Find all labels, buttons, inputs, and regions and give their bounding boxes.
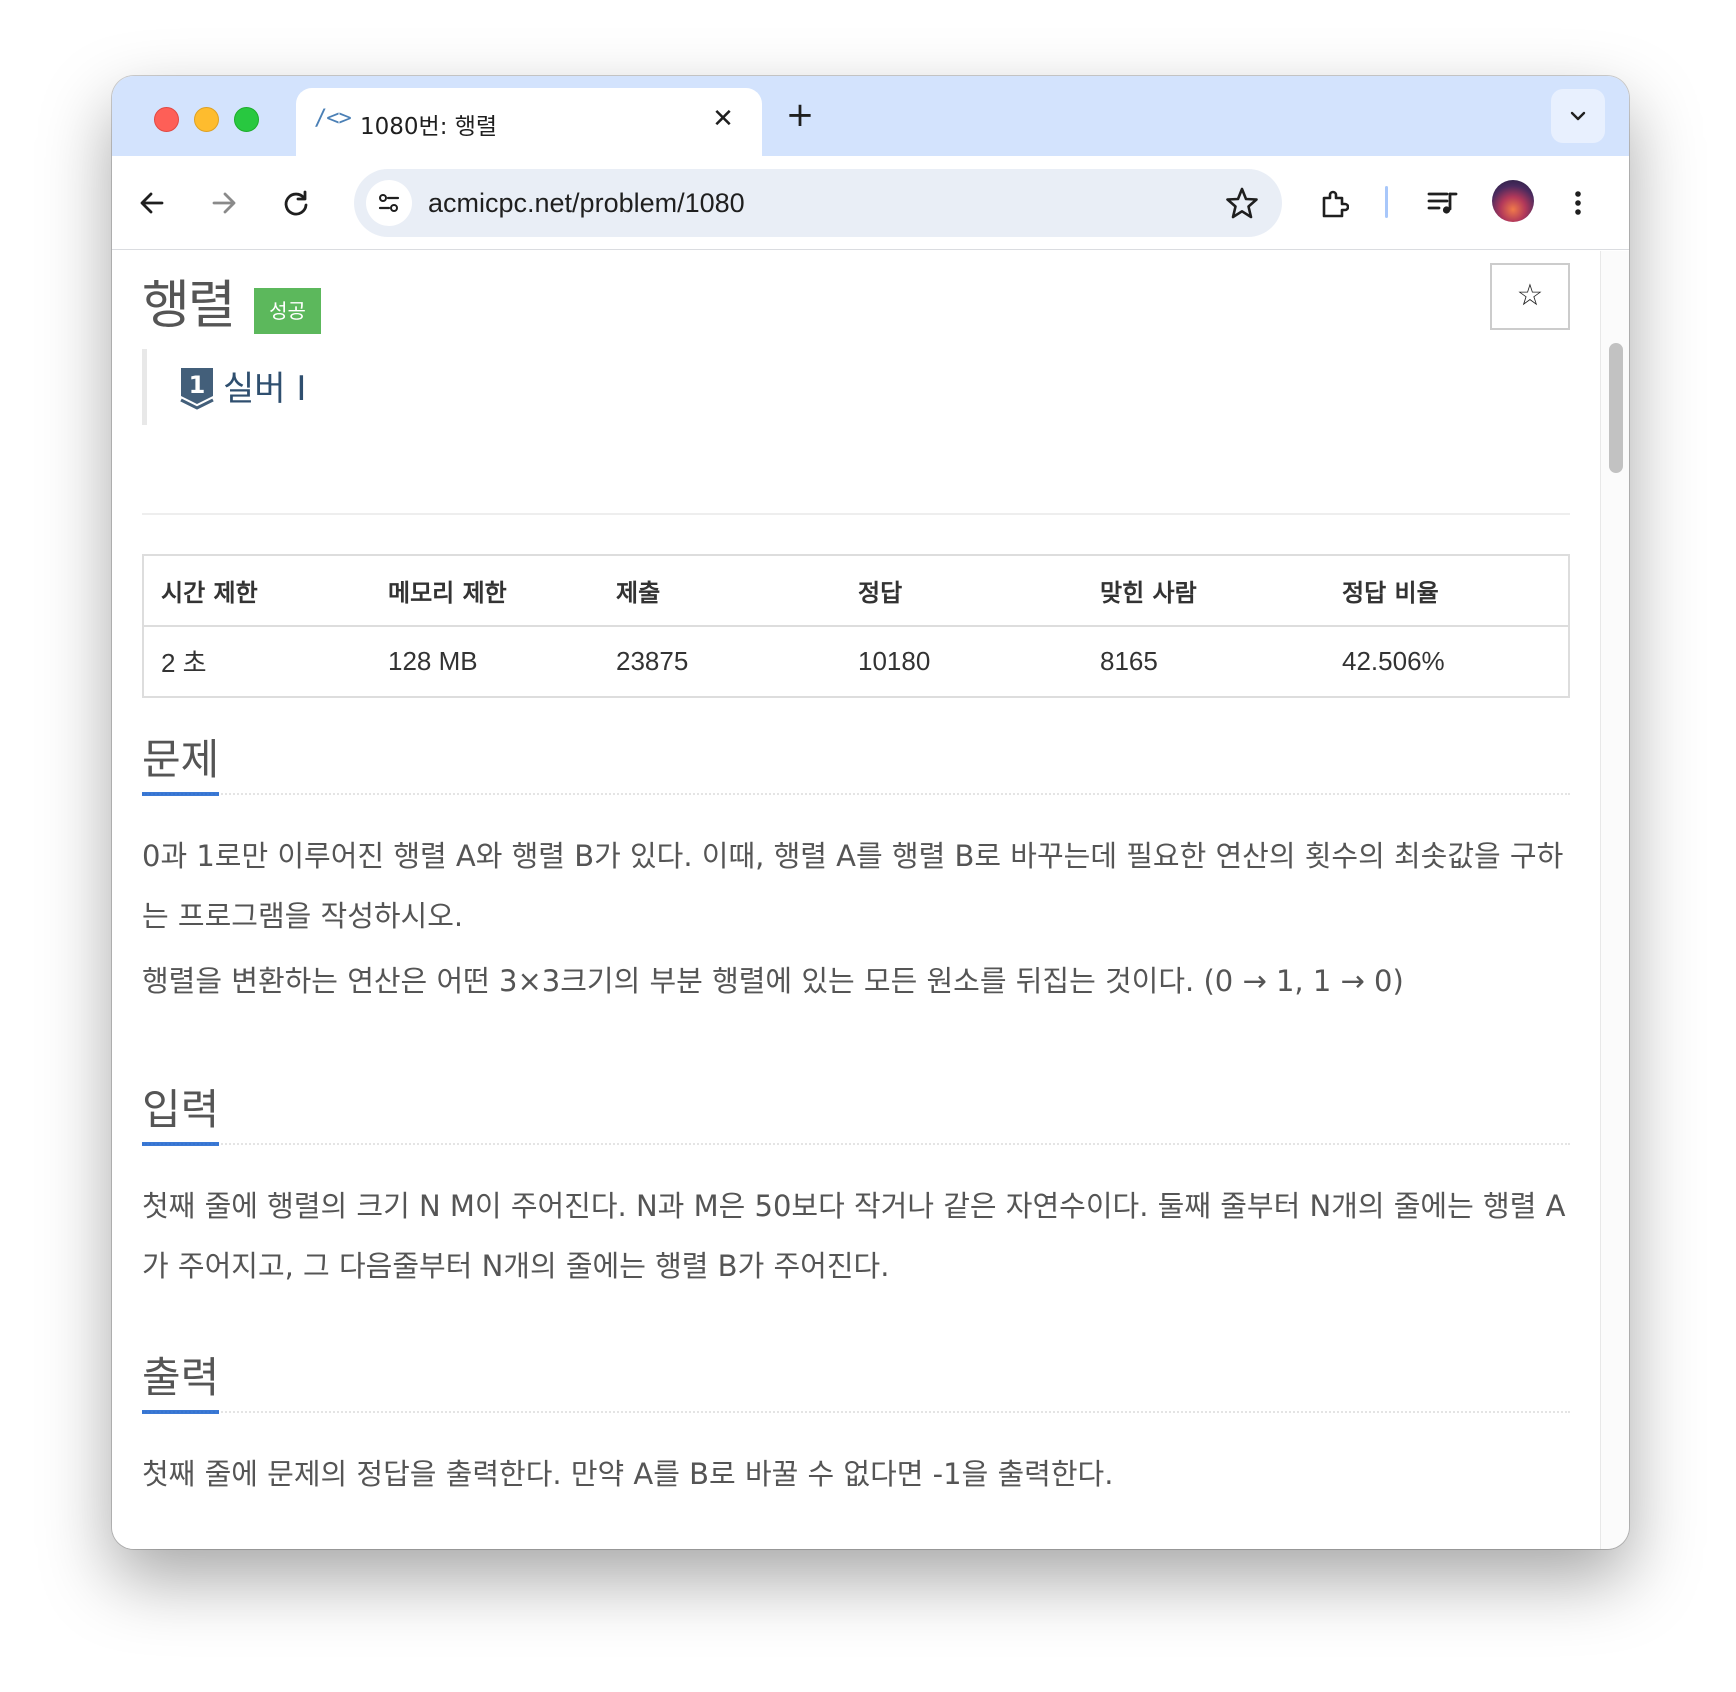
close-window-button[interactable] [154,107,179,132]
chevron-down-icon [1570,111,1586,121]
tab-strip: /<> 1080번: 행렬 ✕ + [112,76,1629,156]
bookmark-star-icon[interactable] [1224,185,1260,221]
section-underline [142,1410,1570,1415]
problem-title: 행렬 [142,276,236,336]
section-underline [142,792,1570,797]
new-tab-button[interactable]: + [780,96,820,136]
maximize-window-button[interactable] [234,107,259,132]
reload-icon [284,190,308,216]
table-row: 2 초 128 MB 23875 10180 8165 42.506% [143,626,1569,697]
header-accepted: 정답 [841,555,1083,627]
toolbar-divider [1385,186,1388,218]
page-content: 행렬 성공 ☆ 1 실버 I 시간 제한 메모리 제한 제출 정답 맞힌 사람 … [112,251,1600,1549]
url-text[interactable]: acmicpc.net/problem/1080 [428,188,745,219]
header-submissions: 제출 [599,555,841,627]
header-memory-limit: 메모리 제한 [371,555,599,627]
section-title-input: 입력 [142,1085,220,1134]
tab-active[interactable]: /<> 1080번: 행렬 ✕ [296,88,762,156]
result-badge[interactable]: 성공 [254,288,321,334]
cell-solvers[interactable]: 8165 [1083,626,1325,697]
cell-submissions[interactable]: 23875 [599,626,841,697]
problem-info-table: 시간 제한 메모리 제한 제출 정답 맞힌 사람 정답 비율 2 초 128 M… [142,554,1570,698]
divider [142,513,1570,515]
cell-accepted[interactable]: 10180 [841,626,1083,697]
scrollbar-track[interactable] [1600,251,1629,1549]
section-title-problem: 문제 [142,735,220,784]
tier-label[interactable]: 실버 I [223,361,306,410]
reload-button[interactable] [274,181,318,225]
favorite-button[interactable]: ☆ [1490,263,1570,330]
tier-number: 1 [189,371,206,399]
cell-time-limit: 2 초 [161,648,207,678]
kebab-menu-icon [1575,191,1581,215]
code-favicon-icon: /<> [314,106,352,131]
browser-window: /<> 1080번: 행렬 ✕ + acmicpc.net/problem/10… [112,76,1629,1549]
output-description: 첫째 줄에 문제의 정답을 출력한다. 만약 A를 B로 바꿀 수 없다면 -1… [142,1457,1114,1491]
arrow-left-icon [140,192,164,214]
section-underline [142,1142,1570,1147]
scrollbar-thumb[interactable] [1609,343,1623,473]
back-button[interactable] [130,181,174,225]
extensions-button[interactable] [1311,181,1355,225]
table-header-row: 시간 제한 메모리 제한 제출 정답 맞힌 사람 정답 비율 [143,555,1569,627]
cell-ratio: 42.506% [1342,646,1445,676]
playlist-icon [1427,192,1458,214]
address-bar[interactable]: acmicpc.net/problem/1080 [354,169,1282,237]
browser-menu-button[interactable] [1556,181,1600,225]
minimize-window-button[interactable] [194,107,219,132]
header-solvers: 맞힌 사람 [1083,555,1325,627]
tier-silver-icon: 1 [180,368,214,410]
tier-block: 1 실버 I [142,349,442,425]
tune-icon [378,194,400,212]
forward-button[interactable] [202,181,246,225]
section-title-output: 출력 [142,1353,220,1402]
tab-title: 1080번: 행렬 [360,114,498,140]
cell-memory-limit: 128 MB [388,646,478,676]
problem-description-2: 행렬을 변환하는 연산은 어떤 3×3크기의 부분 행렬에 있는 모든 원소를 … [142,964,1404,998]
browser-toolbar: acmicpc.net/problem/1080 [112,156,1629,250]
tab-search-button[interactable] [1551,89,1605,143]
close-tab-icon[interactable]: ✕ [706,102,740,136]
puzzle-icon [1322,190,1349,218]
profile-avatar[interactable] [1492,180,1534,222]
header-time-limit: 시간 제한 [143,555,371,627]
media-controls-button[interactable] [1418,181,1462,225]
site-info-button[interactable] [366,180,412,226]
input-description: 첫째 줄에 행렬의 크기 N M이 주어진다. N과 M은 50보다 작거나 같… [142,1189,1566,1283]
header-ratio: 정답 비율 [1325,555,1569,627]
problem-description: 0과 1로만 이루어진 행렬 A와 행렬 B가 있다. 이때, 행렬 A를 행렬… [142,839,1564,933]
arrow-right-icon [212,192,236,214]
